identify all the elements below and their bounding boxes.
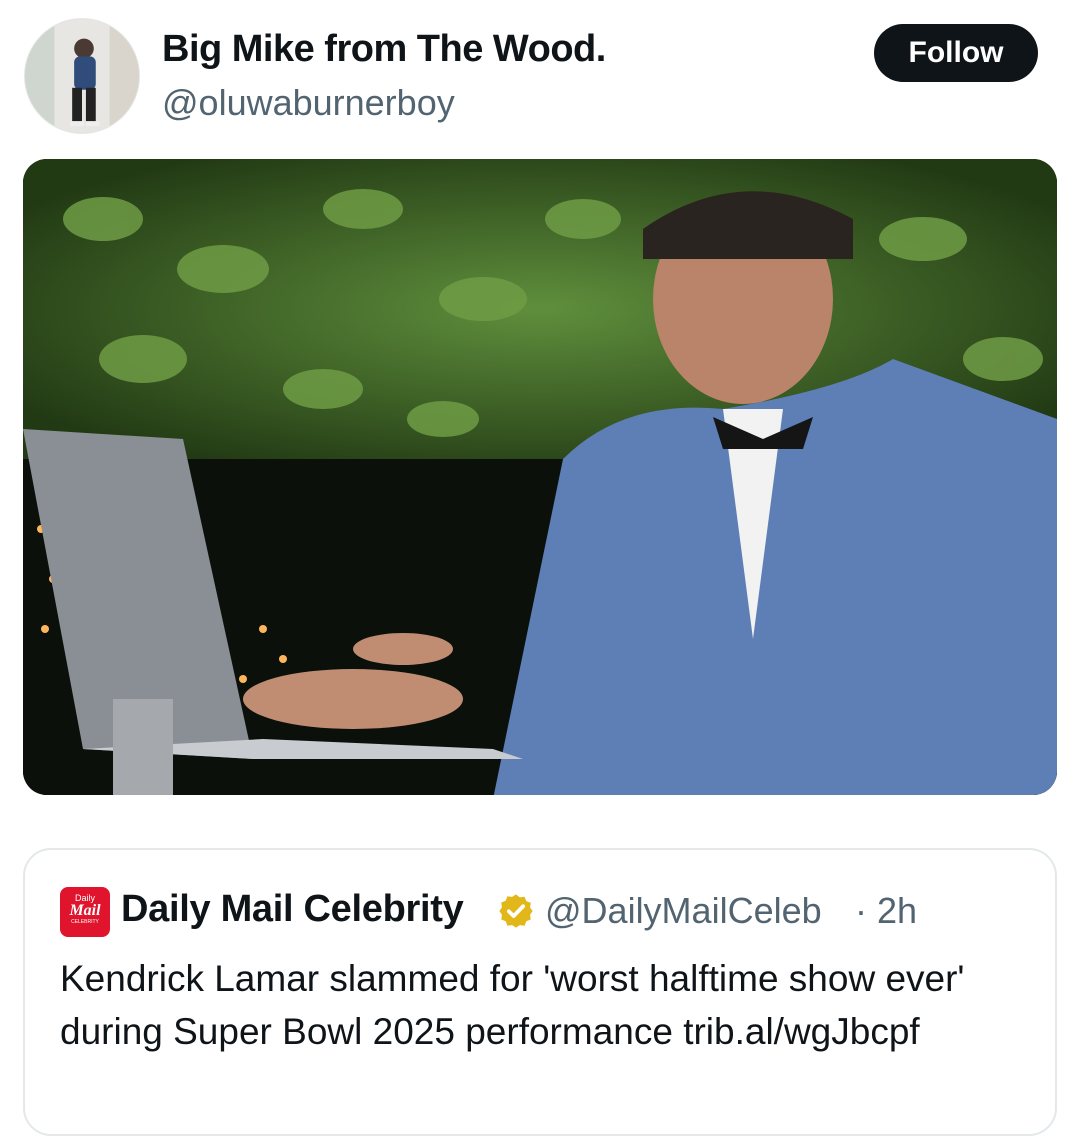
- daily-mail-logo: Daily Mail CELEBRITY: [60, 887, 110, 937]
- quoted-tweet-card[interactable]: Daily Mail CELEBRITY Daily Mail Celebrit…: [23, 848, 1057, 1136]
- quoted-handle[interactable]: @DailyMailCeleb: [545, 890, 822, 932]
- quoted-timestamp[interactable]: 2h: [877, 890, 917, 932]
- author-display-name[interactable]: Big Mike from The Wood.: [162, 28, 606, 71]
- author-handle[interactable]: @oluwaburnerboy: [162, 82, 455, 124]
- tweet-media-photo[interactable]: [23, 159, 1057, 795]
- avatar[interactable]: [24, 18, 140, 134]
- quoted-tweet-text: Kendrick Lamar slammed for 'worst halfti…: [60, 958, 965, 1052]
- quoted-source-name[interactable]: Daily Mail Celebrity: [121, 888, 464, 931]
- logo-line3: CELEBRITY: [71, 919, 99, 925]
- photo-icon: [23, 159, 1057, 795]
- logo-line2: Mail: [69, 902, 101, 919]
- avatar-image: [25, 19, 139, 133]
- verified-badge-icon: [499, 894, 533, 928]
- follow-button[interactable]: Follow: [874, 24, 1038, 82]
- logo-line1: Daily: [74, 893, 95, 903]
- separator-dot: ·: [855, 890, 867, 931]
